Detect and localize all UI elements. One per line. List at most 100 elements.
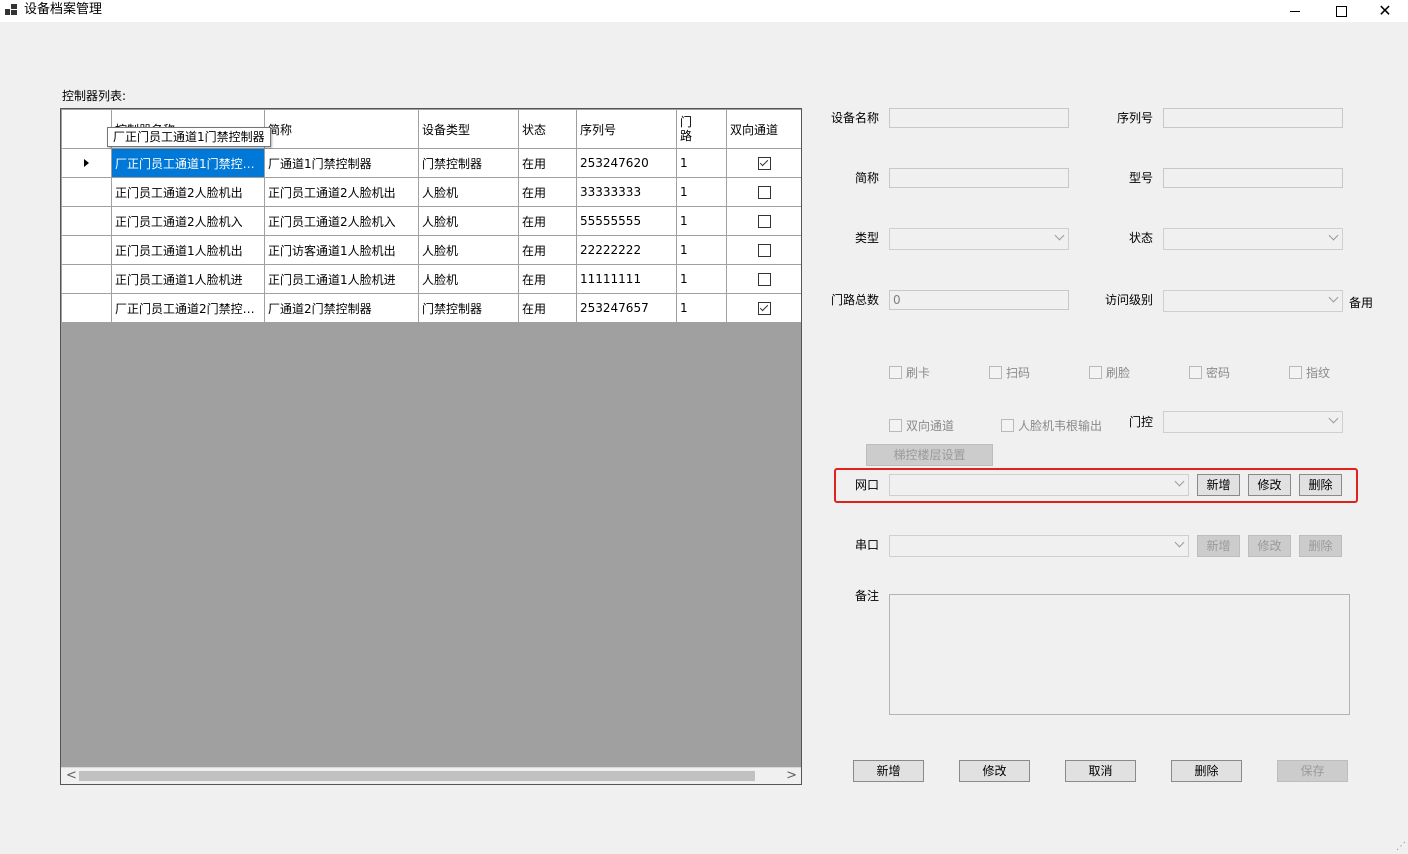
cell-short[interactable]: 正门员工通道1人脸机进 xyxy=(264,264,419,294)
cell-type[interactable]: 门禁控制器 xyxy=(418,293,519,323)
column-header-status[interactable]: 状态 xyxy=(518,109,577,149)
status-select[interactable] xyxy=(1163,228,1343,250)
cell-serial[interactable]: 253247657 xyxy=(576,293,677,323)
cell-serial[interactable]: 33333333 xyxy=(576,177,677,207)
checkbox-icon[interactable] xyxy=(757,215,771,228)
network-add-button[interactable]: 新增 xyxy=(1197,474,1240,496)
cell-serial[interactable]: 22222222 xyxy=(576,235,677,265)
table-row[interactable]: 正门员工通道2人脸机出 正门员工通道2人脸机出 人脸机 在用 33333333 1 xyxy=(61,177,801,207)
delete-button[interactable]: 删除 xyxy=(1171,760,1242,782)
cell-doors[interactable]: 1 xyxy=(676,177,727,207)
table-row[interactable]: 厂正门员工通道2门禁控制器 厂通道2门禁控制器 门禁控制器 在用 253247657 1 xyxy=(61,293,801,323)
cell-serial[interactable]: 11111111 xyxy=(576,264,677,294)
network-edit-button[interactable]: 修改 xyxy=(1248,474,1291,496)
column-header-short[interactable]: 简称 xyxy=(264,109,419,149)
cell-status[interactable]: 在用 xyxy=(518,148,577,178)
serial-delete-button[interactable]: 删除 xyxy=(1299,535,1342,557)
cell-short[interactable]: 正门访客通道1人脸机出 xyxy=(264,235,419,265)
checkbox-icon[interactable] xyxy=(757,186,771,199)
door-control-select[interactable] xyxy=(1163,411,1343,433)
cell-bidirectional[interactable] xyxy=(726,177,801,207)
scrollbar-thumb[interactable] xyxy=(79,771,755,781)
checkbox-icon[interactable] xyxy=(757,273,771,286)
save-button[interactable]: 保存 xyxy=(1277,760,1348,782)
column-header-bidirectional[interactable]: 双向通道 xyxy=(726,109,801,149)
elevator-floor-button[interactable]: 梯控楼层设置 xyxy=(866,444,993,466)
scroll-right-icon[interactable]: > xyxy=(786,769,797,783)
minimize-button[interactable] xyxy=(1272,0,1318,22)
cell-doors[interactable]: 1 xyxy=(676,235,727,265)
cell-name[interactable]: 正门员工通道2人脸机入 xyxy=(111,206,265,236)
short-name-input[interactable] xyxy=(889,168,1069,188)
cell-name[interactable]: 正门员工通道1人脸机出 xyxy=(111,235,265,265)
checkbox[interactable] xyxy=(1189,366,1202,379)
column-header-doors[interactable]: 门 路 xyxy=(676,109,727,149)
row-header[interactable] xyxy=(61,264,112,294)
table-row[interactable]: 正门员工通道1人脸机进 正门员工通道1人脸机进 人脸机 在用 11111111 1 xyxy=(61,264,801,294)
cell-status[interactable]: 在用 xyxy=(518,264,577,294)
cell-doors[interactable]: 1 xyxy=(676,148,727,178)
row-header[interactable] xyxy=(61,206,112,236)
table-row[interactable]: 厂正门员工通道1门禁控制器 厂通道1门禁控制器 门禁控制器 在用 253247620 1 xyxy=(61,148,801,178)
check-face-wiegand[interactable]: 人脸机韦根输出 xyxy=(1001,417,1102,434)
scroll-left-icon[interactable]: < xyxy=(66,769,77,783)
serial-input[interactable] xyxy=(1163,108,1343,128)
maximize-button[interactable] xyxy=(1318,0,1364,22)
cell-status[interactable]: 在用 xyxy=(518,177,577,207)
checked-checkbox-icon[interactable] xyxy=(757,157,771,170)
cell-bidirectional[interactable] xyxy=(726,206,801,236)
network-delete-button[interactable]: 删除 xyxy=(1299,474,1342,496)
horizontal-scrollbar[interactable]: < > xyxy=(61,767,801,784)
cell-type[interactable]: 人脸机 xyxy=(418,264,519,294)
cell-short[interactable]: 正门员工通道2人脸机入 xyxy=(264,206,419,236)
checkbox[interactable] xyxy=(1089,366,1102,379)
row-header[interactable] xyxy=(61,235,112,265)
check-password[interactable]: 密码 xyxy=(1189,364,1230,381)
cell-name[interactable]: 厂正门员工通道2门禁控制器 xyxy=(111,293,265,323)
serial-port-select[interactable] xyxy=(889,535,1189,557)
edit-button[interactable]: 修改 xyxy=(959,760,1030,782)
cell-status[interactable]: 在用 xyxy=(518,293,577,323)
cell-bidirectional[interactable] xyxy=(726,293,801,323)
check-card[interactable]: 刷卡 xyxy=(889,364,930,381)
column-header-type[interactable]: 设备类型 xyxy=(418,109,519,149)
cell-short[interactable]: 厂通道1门禁控制器 xyxy=(264,148,419,178)
cell-status[interactable]: 在用 xyxy=(518,206,577,236)
cell-bidirectional[interactable] xyxy=(726,235,801,265)
row-header[interactable] xyxy=(61,177,112,207)
controller-grid[interactable]: 控制器名称 简称 设备类型 状态 序列号 门 路 双向通道 厂正门员工通道1门禁… xyxy=(60,108,802,785)
check-bidirectional[interactable]: 双向通道 xyxy=(889,417,954,434)
cell-bidirectional[interactable] xyxy=(726,148,801,178)
device-name-input[interactable] xyxy=(889,108,1069,128)
row-header[interactable] xyxy=(61,148,112,178)
cell-serial[interactable]: 253247620 xyxy=(576,148,677,178)
checkbox[interactable] xyxy=(889,419,902,432)
table-row[interactable]: 正门员工通道2人脸机入 正门员工通道2人脸机入 人脸机 在用 55555555 1 xyxy=(61,206,801,236)
network-port-select[interactable] xyxy=(889,474,1189,496)
checkbox-icon[interactable] xyxy=(757,244,771,257)
access-level-select[interactable] xyxy=(1163,290,1343,312)
cell-doors[interactable]: 1 xyxy=(676,264,727,294)
cell-doors[interactable]: 1 xyxy=(676,293,727,323)
cell-doors[interactable]: 1 xyxy=(676,206,727,236)
check-scan[interactable]: 扫码 xyxy=(989,364,1030,381)
cell-type[interactable]: 人脸机 xyxy=(418,235,519,265)
checkbox[interactable] xyxy=(1289,366,1302,379)
cell-name[interactable]: 厂正门员工通道1门禁控制器 xyxy=(111,148,265,178)
cell-short[interactable]: 厂通道2门禁控制器 xyxy=(264,293,419,323)
checkbox[interactable] xyxy=(1001,419,1014,432)
remark-textarea[interactable] xyxy=(889,594,1350,715)
add-button[interactable]: 新增 xyxy=(853,760,924,782)
cell-name[interactable]: 正门员工通道2人脸机出 xyxy=(111,177,265,207)
checkbox[interactable] xyxy=(989,366,1002,379)
table-row[interactable]: 正门员工通道1人脸机出 正门访客通道1人脸机出 人脸机 在用 22222222 1 xyxy=(61,235,801,265)
checked-checkbox-icon[interactable] xyxy=(757,302,771,315)
cell-status[interactable]: 在用 xyxy=(518,235,577,265)
serial-edit-button[interactable]: 修改 xyxy=(1248,535,1291,557)
model-input[interactable] xyxy=(1163,168,1343,188)
column-header-serial[interactable]: 序列号 xyxy=(576,109,677,149)
cell-name[interactable]: 正门员工通道1人脸机进 xyxy=(111,264,265,294)
close-button[interactable]: ✕ xyxy=(1362,0,1408,22)
checkbox[interactable] xyxy=(889,366,902,379)
cell-short[interactable]: 正门员工通道2人脸机出 xyxy=(264,177,419,207)
